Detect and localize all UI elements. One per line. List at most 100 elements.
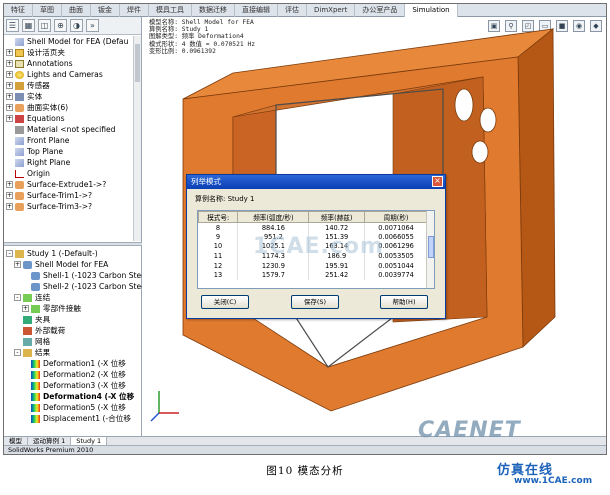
collapse-icon[interactable]: - xyxy=(14,349,21,356)
hole-3 xyxy=(471,140,489,164)
bottom-tab-0[interactable]: 模型 xyxy=(4,437,28,445)
table-cell: 8 xyxy=(198,222,239,233)
feature_tree-item[interactable]: Front Plane xyxy=(4,135,142,146)
display-manager-icon[interactable]: ◑ xyxy=(70,19,83,32)
sim_tree-item[interactable]: - Study 1 (-Default-) xyxy=(4,248,142,259)
expand-icon[interactable]: + xyxy=(6,93,13,100)
feature_tree-item[interactable]: Shell Model for FEA (Defau xyxy=(4,36,142,47)
expand-icon[interactable]: + xyxy=(6,60,13,67)
column-header[interactable]: 周期(秒) xyxy=(364,211,428,223)
tab-11[interactable]: Simulation xyxy=(405,4,458,17)
table-row[interactable]: 8 884.16 140.72 0.0071064 xyxy=(198,222,428,233)
expand-icon[interactable]: + xyxy=(6,82,13,89)
sim_tree-item[interactable]: - 连结 xyxy=(4,292,142,303)
sim_tree-label: Deformation5 (-X 位移 xyxy=(43,403,126,412)
expand-icon[interactable]: + xyxy=(6,192,13,199)
tab-4[interactable]: 焊件 xyxy=(120,4,149,17)
sim_tree-item[interactable]: 夹具 xyxy=(4,314,142,325)
tab-6[interactable]: 数据迁移 xyxy=(192,4,235,17)
expand-icon[interactable]: + xyxy=(6,115,13,122)
expand-icon[interactable]: + xyxy=(6,49,13,56)
close-icon[interactable]: × xyxy=(432,176,443,187)
column-header[interactable]: 频率(弧度/秒) xyxy=(237,211,310,223)
results-icon xyxy=(23,348,32,357)
feature-tree-icon[interactable]: ☰ xyxy=(6,19,19,32)
bottom-tab-1[interactable]: 运动算例 1 xyxy=(28,437,72,445)
expand-panel-icon[interactable]: » xyxy=(86,19,99,32)
feature-manager-panel: ☰ ▦ ◫ ⊕ ◑ » Shell Model for FEA (Defau + 设… xyxy=(4,17,142,443)
sim_tree-item[interactable]: 网格 xyxy=(4,336,142,347)
feature_tree-label: Shell Model for FEA (Defau xyxy=(27,37,129,46)
feature_tree-item[interactable]: + 设计活页夹 xyxy=(4,47,142,58)
sim_tree-item[interactable]: + 零部件接触 xyxy=(4,303,142,314)
part-icon xyxy=(15,37,24,46)
table-row[interactable]: 13 1579.7 251.42 0.0039774 xyxy=(198,270,428,281)
tab-5[interactable]: 模具工具 xyxy=(149,4,192,17)
feature_tree-item[interactable]: Top Plane xyxy=(4,146,142,157)
solidworks-window: 特征 草图 曲面 钣金 焊件 模具工具 数据迁移 直接编辑 评估 DimXpert 办公室产品 Sim… xyxy=(3,3,607,455)
column-header[interactable]: 模式号: xyxy=(198,211,239,223)
sim_tree-label: 连结 xyxy=(35,293,51,302)
tab-8[interactable]: 评估 xyxy=(278,4,307,17)
collapse-icon[interactable]: - xyxy=(14,294,21,301)
feature_tree-item[interactable]: + Equations xyxy=(4,113,142,124)
bottom-tab-2[interactable]: Study 1 xyxy=(71,437,108,445)
plane-icon xyxy=(15,158,24,167)
feature-tree-scrollbar[interactable] xyxy=(133,36,141,241)
feature_tree-item[interactable]: + 实体 xyxy=(4,91,142,102)
configuration-manager-icon[interactable]: ◫ xyxy=(38,19,51,32)
feature_tree-item[interactable]: Origin xyxy=(4,168,142,179)
feature_tree-label: Right Plane xyxy=(27,158,71,167)
sim_tree-item[interactable]: - 结果 xyxy=(4,347,142,358)
save-button[interactable]: 保存(S) xyxy=(291,295,339,309)
sim_tree-item[interactable]: Deformation1 (-X 位移 xyxy=(4,358,142,369)
dimxpert-icon[interactable]: ⊕ xyxy=(54,19,67,32)
table-row[interactable]: 12 1230.9 195.91 0.0051044 xyxy=(198,260,428,271)
expand-icon[interactable]: + xyxy=(6,71,13,78)
tab-9[interactable]: DimXpert xyxy=(307,4,356,17)
plane-icon xyxy=(15,136,24,145)
feature_tree-item[interactable]: + Lights and Cameras xyxy=(4,69,142,80)
modes-table-scrollbar[interactable] xyxy=(426,211,434,288)
sim_tree-item[interactable]: Deformation2 (-X 位移 xyxy=(4,369,142,380)
expand-icon[interactable]: + xyxy=(22,305,29,312)
help-button[interactable]: 帮助(H) xyxy=(380,295,428,309)
sensor-icon xyxy=(15,81,24,90)
expand-icon[interactable]: + xyxy=(6,104,13,111)
sim_tree-item[interactable]: Shell-1 (-1023 Carbon Stee xyxy=(4,270,142,281)
feature_tree-item[interactable]: + 曲面实体(6) xyxy=(4,102,142,113)
feature_tree-item[interactable]: Material <not specified xyxy=(4,124,142,135)
column-header[interactable]: 频率(赫兹) xyxy=(308,211,366,223)
table-cell: 1579.7 xyxy=(237,270,310,281)
sim_tree-item[interactable]: Shell-2 (-1023 Carbon Stee xyxy=(4,281,142,292)
material-icon xyxy=(15,125,24,134)
sim_tree-label: Deformation3 (-X 位移 xyxy=(43,381,126,390)
feature_tree-item[interactable]: + Surface-Extrude1->? xyxy=(4,179,142,190)
tab-3[interactable]: 钣金 xyxy=(91,4,120,17)
feature_tree-item[interactable]: + 传感器 xyxy=(4,80,142,91)
expand-icon[interactable]: + xyxy=(6,203,13,210)
feature_tree-item[interactable]: Right Plane xyxy=(4,157,142,168)
tab-0[interactable]: 特征 xyxy=(4,4,33,17)
feature_tree-item[interactable]: + Annotations xyxy=(4,58,142,69)
reference-triad-icon xyxy=(150,391,179,422)
sim_tree-item[interactable]: 外部载荷 xyxy=(4,325,142,336)
tab-10[interactable]: 办公室产品 xyxy=(355,4,406,17)
expand-icon[interactable]: + xyxy=(14,261,21,268)
collapse-icon[interactable]: - xyxy=(6,250,13,257)
sim_tree-item[interactable]: Deformation4 (-X 位移 xyxy=(4,391,142,402)
sim_tree-item[interactable]: Displacement1 (-合位移 xyxy=(4,413,142,424)
sim_tree-item[interactable]: + Shell Model for FEA xyxy=(4,259,142,270)
expand-icon[interactable]: + xyxy=(6,181,13,188)
sim_tree-item[interactable]: Deformation3 (-X 位移 xyxy=(4,380,142,391)
tab-2[interactable]: 曲面 xyxy=(62,4,91,17)
feature_tree-item[interactable]: + Surface-Trim1->? xyxy=(4,190,142,201)
property-manager-icon[interactable]: ▦ xyxy=(22,19,35,32)
sim_tree-label: Shell-2 (-1023 Carbon Stee xyxy=(43,282,142,291)
tab-7[interactable]: 直接编辑 xyxy=(235,4,278,17)
sim_tree-item[interactable]: Deformation5 (-X 位移 xyxy=(4,402,142,413)
tab-1[interactable]: 草图 xyxy=(33,4,62,17)
close-button[interactable]: 关闭(C) xyxy=(201,295,249,309)
panel-splitter[interactable] xyxy=(4,242,142,246)
feature_tree-item[interactable]: + Surface-Trim3->? xyxy=(4,201,142,212)
